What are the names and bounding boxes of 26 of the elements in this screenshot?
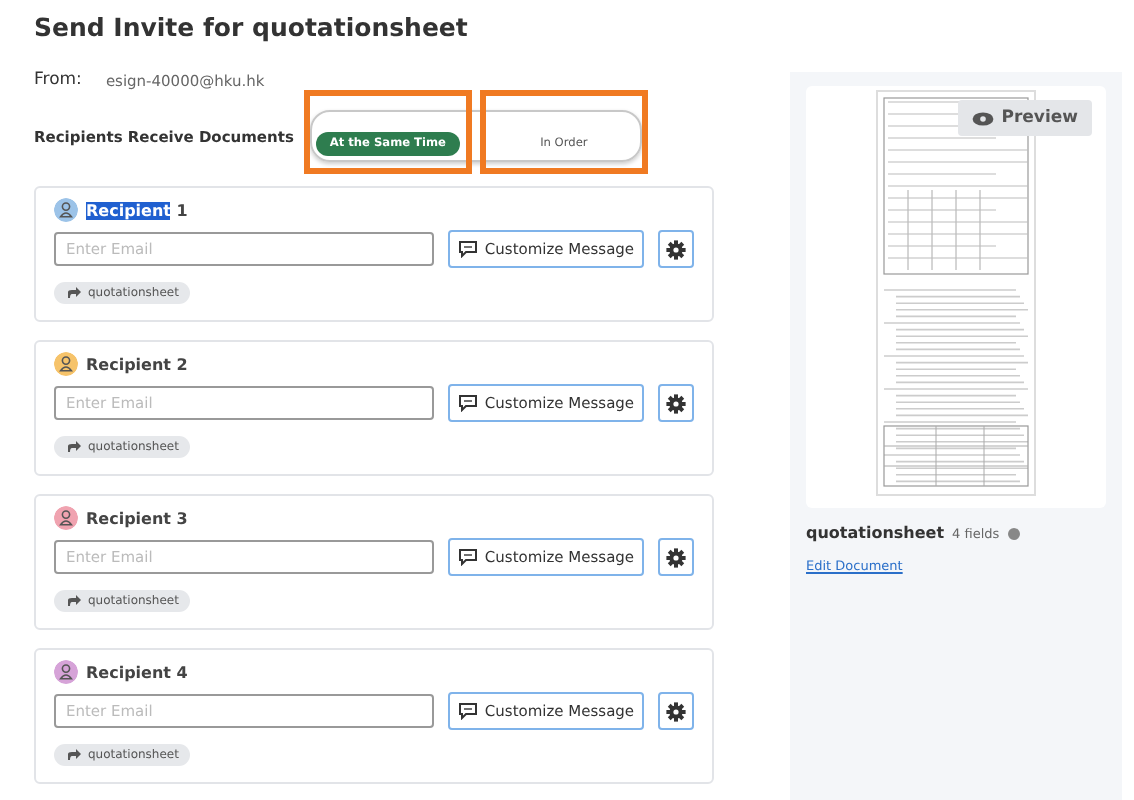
settings-icon <box>666 393 687 413</box>
info-icon <box>1007 527 1020 539</box>
speech-bubble-icon <box>458 702 479 720</box>
share-arrow-icon <box>66 748 82 762</box>
settings-button[interactable] <box>658 692 694 730</box>
settings-icon <box>666 701 687 721</box>
settings-button[interactable] <box>658 230 694 268</box>
speech-bubble-icon <box>458 548 479 566</box>
document-name: quotationsheet <box>806 524 945 542</box>
recipient-name: Recipient 4 <box>86 663 188 681</box>
share-arrow-icon <box>66 286 82 300</box>
recipient-name: Recipient 2 <box>86 355 188 373</box>
settings-icon <box>666 547 687 567</box>
recipient-name: Recipient 3 <box>86 509 188 527</box>
speech-bubble-icon <box>458 240 479 258</box>
speech-bubble-icon <box>458 394 479 412</box>
settings-button[interactable] <box>658 384 694 422</box>
eye-icon <box>971 111 994 125</box>
recipient-name: Recipient 1 <box>86 201 188 219</box>
preview-button[interactable]: Preview <box>957 100 1092 136</box>
from-label: From: <box>34 70 82 90</box>
share-arrow-icon <box>66 594 82 608</box>
page-title: Send Invite for quotationsheet <box>34 12 470 42</box>
settings-button[interactable] <box>658 538 694 576</box>
share-arrow-icon <box>66 440 82 454</box>
settings-icon <box>666 239 687 259</box>
